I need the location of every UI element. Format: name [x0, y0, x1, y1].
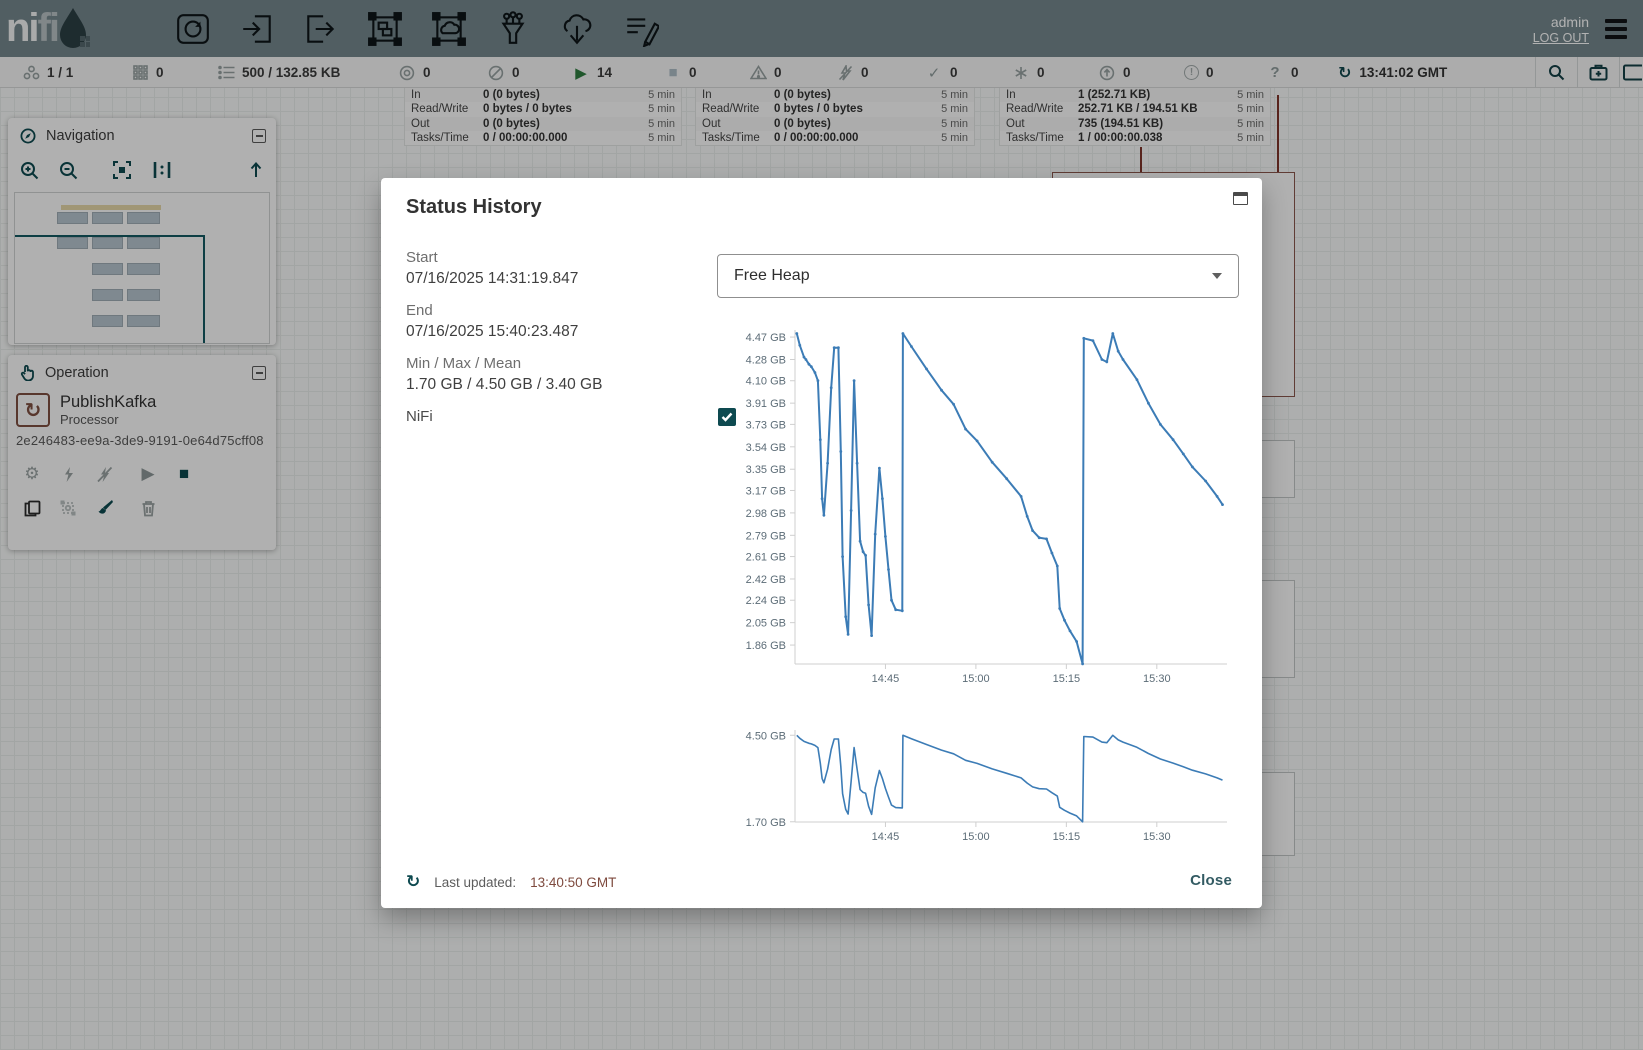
maximize-window-icon[interactable]: [1233, 192, 1248, 205]
metric-select-value: Free Heap: [734, 267, 810, 285]
metric-select[interactable]: Free Heap: [717, 254, 1239, 298]
svg-text:15:30: 15:30: [1143, 673, 1171, 685]
svg-text:2.61 GB: 2.61 GB: [746, 552, 786, 564]
min-max-mean-value: 1.70 GB / 4.50 GB / 3.40 GB: [406, 374, 736, 396]
series-nifi-label: NiFi: [406, 407, 433, 427]
svg-text:3.35 GB: 3.35 GB: [746, 464, 786, 476]
free-heap-main-chart: 4.47 GB 4.28 GB 4.10 GB 3.91 GB 3.73 GB 3.54 …: [720, 326, 1232, 688]
dialog-title: Status History: [406, 196, 542, 219]
svg-text:2.42 GB: 2.42 GB: [746, 574, 786, 586]
svg-text:14:45: 14:45: [872, 673, 900, 685]
svg-text:15:00: 15:00: [962, 831, 990, 843]
nifi-app: nifi: [0, 0, 1643, 1050]
svg-text:15:15: 15:15: [1053, 831, 1081, 843]
svg-text:15:30: 15:30: [1143, 831, 1171, 843]
svg-text:4.47 GB: 4.47 GB: [746, 332, 786, 344]
last-updated-time: 13:40:50 GMT: [530, 875, 616, 890]
svg-text:4.28 GB: 4.28 GB: [746, 355, 786, 367]
min-max-mean-label: Min / Max / Mean: [406, 354, 736, 374]
svg-text:3.73 GB: 3.73 GB: [746, 419, 786, 431]
svg-text:2.98 GB: 2.98 GB: [746, 508, 786, 520]
svg-text:4.10 GB: 4.10 GB: [746, 376, 786, 388]
svg-text:2.79 GB: 2.79 GB: [746, 530, 786, 542]
chevron-down-icon: [1212, 273, 1222, 279]
status-history-dialog: Status History Start 07/16/2025 14:31:19…: [381, 178, 1262, 908]
svg-text:1.70 GB: 1.70 GB: [746, 817, 786, 829]
svg-text:15:15: 15:15: [1053, 673, 1081, 685]
svg-text:2.24 GB: 2.24 GB: [746, 595, 786, 607]
free-heap-overview-chart[interactable]: 4.50 GB 1.70 GB 14:45 15:00 15:15 15:30: [720, 725, 1232, 847]
svg-text:1.86 GB: 1.86 GB: [746, 640, 786, 652]
svg-text:15:00: 15:00: [962, 673, 990, 685]
svg-text:3.91 GB: 3.91 GB: [746, 398, 786, 410]
close-button[interactable]: Close: [1190, 872, 1232, 889]
start-label: Start: [406, 248, 736, 268]
start-value: 07/16/2025 14:31:19.847: [406, 268, 736, 290]
auto-refresh-icon: ↻: [406, 872, 420, 892]
last-updated-label: Last updated:: [434, 875, 516, 890]
svg-text:3.17 GB: 3.17 GB: [746, 485, 786, 497]
svg-text:2.05 GB: 2.05 GB: [746, 618, 786, 630]
svg-text:3.54 GB: 3.54 GB: [746, 442, 786, 454]
svg-text:4.50 GB: 4.50 GB: [746, 730, 786, 742]
svg-text:14:45: 14:45: [872, 831, 900, 843]
end-label: End: [406, 301, 736, 321]
end-value: 07/16/2025 15:40:23.487: [406, 321, 736, 343]
